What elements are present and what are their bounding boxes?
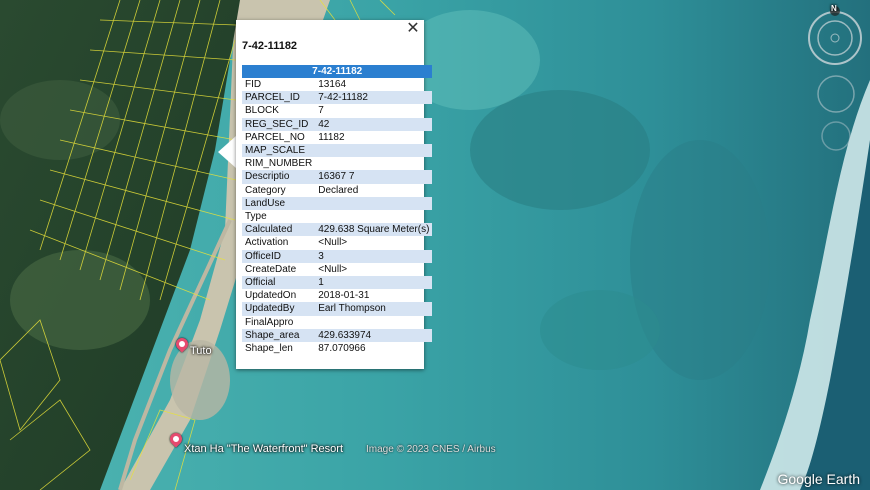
table-row: Shape_area 429.633974 (242, 328, 433, 343)
compass-icon[interactable] (805, 6, 865, 66)
table-row: LandUse (242, 196, 433, 211)
table-row: UpdatedOn 2018-01-31 (242, 289, 432, 302)
parcel-info-popup: ✕ 7-42-11182 7-42-11182 FID 13164 PARCEL_I… (236, 20, 433, 369)
attribute-value: 13164 (318, 79, 347, 90)
table-row: Shape_len 87.070966 (242, 342, 432, 355)
attribute-key: FID (245, 79, 262, 90)
table-row: Activation <Null> (242, 236, 432, 249)
attribute-value (315, 144, 433, 158)
google-earth-logo: Google Earth (777, 471, 861, 487)
attribute-value: 7-42-11182 (315, 91, 433, 105)
attribute-value: 16367 7 (315, 170, 433, 184)
table-row: PARCEL_NO 11182 (242, 131, 432, 144)
attribute-value: 87.070966 (318, 343, 366, 355)
attribute-value: 2018-01-31 (318, 290, 370, 302)
attribute-key: Type (245, 211, 267, 223)
table-row: BLOCK 7 (242, 104, 432, 117)
table-row: FinalAppro (242, 316, 432, 329)
attribute-key: MAP_SCALE (242, 144, 316, 158)
table-row: FID 13164 (242, 78, 432, 91)
place-label-resort[interactable]: Xtan Ha "The Waterfront" Resort (184, 443, 343, 455)
table-row: RIM_NUMBER (242, 157, 432, 170)
attribute-value (315, 210, 432, 223)
attribute-key: RIM_NUMBER (245, 158, 313, 170)
imagery-credit: Image © 2023 CNES / Airbus (366, 444, 496, 455)
attribute-key: Official (242, 276, 316, 290)
attribute-key: Category (245, 184, 286, 196)
navigation-controls-icon[interactable] (814, 74, 858, 154)
attribute-key: Descriptio (242, 170, 316, 184)
attribute-value: 1 (315, 276, 433, 290)
table-row: Calculated 429.638 Square Meter(s) (242, 223, 433, 237)
attribute-key: Shape_area (242, 328, 316, 343)
attribute-value: 429.638 Square Meter(s) (315, 223, 433, 237)
table-row: MAP_SCALE (242, 144, 433, 158)
table-row: Descriptio 16367 7 (242, 170, 433, 184)
attribute-key: Shape_len (245, 343, 293, 355)
attribute-key: UpdatedOn (245, 290, 297, 302)
popup-pointer (218, 136, 236, 168)
attribute-value: Declared (318, 184, 359, 196)
attribute-value (315, 157, 432, 170)
table-row: Type (242, 210, 432, 223)
satellite-map[interactable]: Tuto Xtan Ha "The Waterfront" Resort Ima… (0, 0, 870, 490)
attribute-value (315, 316, 432, 329)
attribute-value: <Null> (318, 263, 348, 275)
attribute-value: 11182 (318, 131, 345, 143)
attribute-key: PARCEL_NO (245, 131, 305, 143)
attribute-key: BLOCK (245, 105, 279, 117)
popup-title: 7-42-11182 (242, 40, 298, 52)
table-header: 7-42-11182 (242, 65, 433, 78)
attribute-key: CreateDate (245, 263, 297, 275)
table-row: Category Declared (242, 184, 432, 197)
attribute-value: 429.633974 (315, 328, 433, 343)
attribute-value: 7 (318, 105, 324, 117)
table-row: PARCEL_ID 7-42-11182 (242, 91, 433, 105)
table-row: UpdatedBy Earl Thompson (242, 302, 433, 316)
table-row: Official 1 (242, 276, 433, 290)
attribute-key: LandUse (242, 196, 316, 211)
satellite-imagery (0, 0, 870, 490)
attribute-value: <Null> (318, 237, 348, 249)
close-icon[interactable]: ✕ (404, 20, 422, 38)
attribute-table: 7-42-11182 FID 13164 PARCEL_ID 7-42-11182 BL… (242, 65, 433, 355)
attribute-key: OfficeID (242, 249, 316, 263)
attribute-value (315, 196, 433, 211)
attribute-key: FinalAppro (245, 316, 294, 328)
attribute-key: REG_SEC_ID (242, 117, 316, 131)
attribute-value: 42 (315, 117, 433, 131)
table-row: REG_SEC_ID 42 (242, 117, 433, 131)
attribute-key: UpdatedBy (242, 302, 316, 316)
place-label-tuto[interactable]: Tuto (190, 345, 212, 357)
compass-north-label: N (831, 4, 837, 13)
attribute-key: PARCEL_ID (242, 91, 316, 105)
attribute-key: Activation (245, 237, 289, 249)
attribute-key: Calculated (242, 223, 316, 237)
attribute-value: 3 (315, 249, 433, 263)
attribute-value: Earl Thompson (315, 302, 433, 316)
table-row: CreateDate <Null> (242, 263, 432, 276)
table-row: OfficeID 3 (242, 249, 433, 263)
